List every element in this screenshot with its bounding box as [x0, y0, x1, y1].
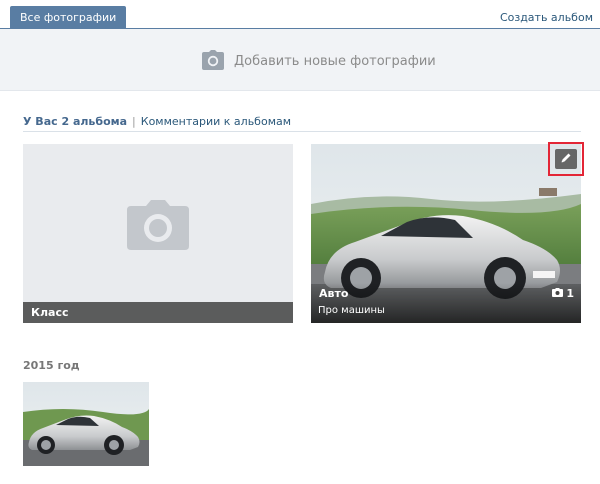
album-card-avto[interactable]: Авто Про машины 1 — [311, 144, 581, 323]
year-section-label: 2015 год — [23, 359, 80, 372]
album-title: Авто — [319, 287, 349, 300]
tab-all-photos[interactable]: Все фотографии — [10, 6, 127, 29]
upload-photos-button[interactable]: Добавить новые фотографии — [201, 49, 436, 73]
create-album-link[interactable]: Создать альбом — [500, 11, 593, 24]
top-tab-bar: Все фотографии Создать альбом — [0, 0, 600, 29]
upload-photos-label: Добавить новые фотографии — [234, 53, 436, 69]
album-description: Про машины — [318, 305, 385, 316]
photo-count: 1 — [552, 287, 574, 300]
album-title: Класс — [23, 302, 293, 323]
camera-icon — [552, 287, 564, 300]
photo-count-value: 1 — [566, 287, 574, 300]
edit-album-button[interactable] — [548, 142, 584, 176]
album-comments-link[interactable]: Комментарии к альбомам — [141, 115, 291, 128]
camera-icon — [201, 49, 225, 73]
photo-thumbnail[interactable] — [23, 382, 149, 466]
upload-photos-area[interactable]: Добавить новые фотографии — [0, 29, 600, 91]
summary-separator: | — [132, 115, 136, 128]
camera-placeholder-icon — [126, 200, 190, 253]
pencil-icon — [560, 152, 572, 167]
albums-summary: У Вас 2 альбома | Комментарии к альбомам — [23, 115, 291, 128]
albums-count[interactable]: У Вас 2 альбома — [23, 115, 127, 128]
thumbnail-image — [23, 382, 149, 466]
album-card-klass[interactable]: Класс — [23, 144, 293, 323]
summary-divider — [23, 131, 581, 132]
edit-button-background — [555, 149, 577, 169]
caption-overlay — [311, 283, 581, 323]
